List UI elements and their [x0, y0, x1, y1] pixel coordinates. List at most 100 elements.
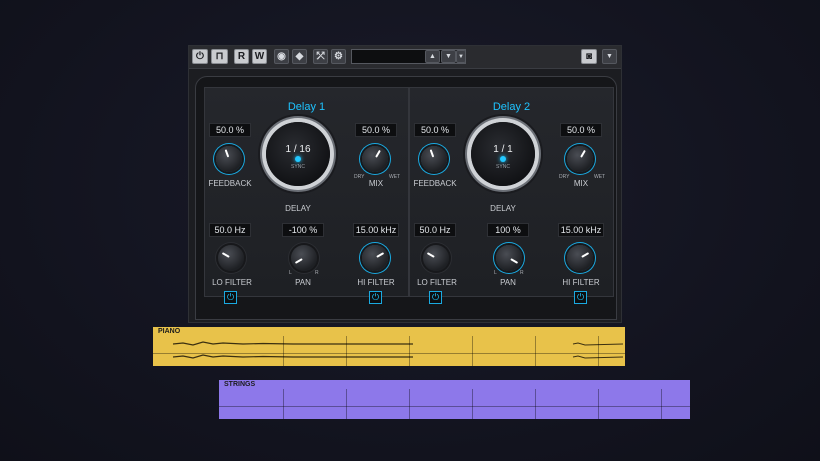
- bar-line: [283, 336, 284, 366]
- delay2-pan-l: L: [494, 270, 497, 276]
- delay2-title: Delay 2: [492, 101, 531, 113]
- bar-line: [598, 336, 599, 366]
- delay1-hifilter-value[interactable]: 15.00 kHz: [353, 223, 399, 237]
- delay2-delay-label: DELAY: [490, 204, 516, 213]
- chevron-down-icon: ▼: [458, 53, 464, 60]
- delay2-hifilter-value[interactable]: 15.00 kHz: [558, 223, 604, 237]
- preset-up-button[interactable]: ▲: [425, 50, 440, 63]
- read-automation-button[interactable]: R: [234, 49, 249, 64]
- delay1-delay-label: DELAY: [285, 204, 311, 213]
- delay2-pan-label: PAN: [500, 278, 516, 287]
- delay2-feedback-label: FEEDBACK: [413, 179, 457, 188]
- delay1-sync-label: SYNC: [291, 164, 305, 170]
- power-button[interactable]: ⏻: [192, 49, 208, 64]
- preset-menu-button[interactable]: ▼: [456, 50, 466, 63]
- power-icon: ⏻: [371, 292, 380, 302]
- delay1-hifilter-knob[interactable]: [362, 245, 388, 271]
- delay1-lofilter-power-button[interactable]: ⏻: [224, 291, 237, 304]
- delay2-mix-value[interactable]: 50.0 %: [560, 123, 602, 137]
- delay2-sync-indicator[interactable]: [500, 156, 506, 162]
- plugin-toolbar: ⏻ ⊓ R W ◉ ◆ ⤱ ⚙ ▲ ▼ ▼ ◙ ▼: [189, 46, 621, 69]
- delay1-title: Delay 1: [287, 101, 326, 113]
- delay2-sync-label: SYNC: [496, 164, 510, 170]
- delay1-hifilter-label: HI FILTER: [357, 278, 395, 287]
- delay1-feedback-value[interactable]: 50.0 %: [209, 123, 251, 137]
- delay1-panel: Delay 1 50.0 % FEEDBACK 1 / 16 SYNC DELA…: [204, 87, 409, 304]
- delay1-mix-value[interactable]: 50.0 %: [355, 123, 397, 137]
- piano-waveform: [172, 341, 624, 359]
- snapshot-button[interactable]: ◙: [581, 49, 597, 64]
- delay2-lofilter-label: LO FILTER: [417, 278, 457, 287]
- delay2-delay-knob[interactable]: 1 / 1 SYNC: [471, 122, 535, 186]
- prev-button[interactable]: ◆: [292, 49, 307, 64]
- delay1-feedback-label: FEEDBACK: [208, 179, 252, 188]
- delay2-hifilter-knob[interactable]: [567, 245, 593, 271]
- delay1-feedback-knob[interactable]: [216, 146, 242, 172]
- bar-line: [283, 389, 284, 419]
- bar-line: [535, 336, 536, 366]
- compare-icon: ◉: [277, 51, 286, 62]
- delay1-delay-value: 1 / 16: [285, 144, 311, 155]
- delay1-pan-knob[interactable]: [291, 245, 317, 271]
- preset-down-button[interactable]: ▼: [441, 50, 456, 63]
- channel-divider: [219, 406, 690, 407]
- delay2-lofilter-power-button[interactable]: ⏻: [429, 291, 442, 304]
- bar-line: [472, 336, 473, 366]
- arrow-down-icon: ▼: [445, 53, 452, 60]
- chevron-down-icon: ▼: [606, 53, 613, 60]
- settings-button[interactable]: ⚙: [331, 49, 346, 64]
- delay2-pan-value[interactable]: 100 %: [487, 223, 529, 237]
- write-automation-button[interactable]: W: [252, 49, 267, 64]
- bypass-icon: ⊓: [215, 51, 224, 62]
- camera-icon: ◙: [585, 51, 593, 62]
- delay2-mix-knob[interactable]: [567, 146, 593, 172]
- power-icon: ⏻: [226, 292, 235, 302]
- delay2-pan-r: R: [520, 270, 524, 276]
- delay2-pan-knob[interactable]: [496, 245, 522, 271]
- bar-line: [472, 389, 473, 419]
- options-menu-button[interactable]: ▼: [602, 49, 617, 64]
- delay1-sync-indicator[interactable]: [295, 156, 301, 162]
- bar-line: [598, 389, 599, 419]
- prev-icon: ◆: [295, 51, 304, 62]
- bypass-button[interactable]: ⊓: [211, 49, 228, 64]
- strings-track-clip[interactable]: STRINGS: [219, 380, 690, 419]
- routing-button[interactable]: ⤱: [313, 49, 328, 64]
- gear-icon: ⚙: [334, 51, 343, 62]
- delay1-lofilter-knob[interactable]: [218, 245, 244, 271]
- delay2-panel: Delay 2 50.0 % FEEDBACK 1 / 1 SYNC DELAY…: [409, 87, 614, 304]
- routing-icon: ⤱: [316, 51, 325, 62]
- delay2-hifilter-label: HI FILTER: [562, 278, 600, 287]
- delay1-pan-value[interactable]: -100 %: [282, 223, 324, 237]
- delay2-delay-value: 1 / 1: [493, 144, 513, 155]
- delay1-lofilter-value[interactable]: 50.0 Hz: [209, 223, 251, 237]
- power-icon: ⏻: [196, 51, 204, 62]
- bar-line: [409, 336, 410, 366]
- piano-track-clip[interactable]: PIANO: [153, 327, 625, 366]
- plugin-body: Delay 1 50.0 % FEEDBACK 1 / 16 SYNC DELA…: [195, 76, 617, 320]
- delay1-pan-label: PAN: [295, 278, 311, 287]
- delay2-lofilter-value[interactable]: 50.0 Hz: [414, 223, 456, 237]
- bar-line: [535, 389, 536, 419]
- delay2-feedback-knob[interactable]: [421, 146, 447, 172]
- bar-line: [661, 389, 662, 419]
- delay1-pan-r: R: [315, 270, 319, 276]
- power-icon: ⏻: [576, 292, 585, 302]
- power-icon: ⏻: [431, 292, 440, 302]
- delay1-delay-knob[interactable]: 1 / 16 SYNC: [266, 122, 330, 186]
- bar-line: [346, 336, 347, 366]
- plugin-window: ⏻ ⊓ R W ◉ ◆ ⤱ ⚙ ▲ ▼ ▼ ◙ ▼ Delay 1 50.0 %…: [188, 45, 622, 323]
- bar-line: [346, 389, 347, 419]
- delay2-feedback-value[interactable]: 50.0 %: [414, 123, 456, 137]
- strings-track-name: STRINGS: [224, 381, 256, 388]
- delay1-mix-knob[interactable]: [362, 146, 388, 172]
- arrow-up-icon: ▲: [429, 53, 436, 60]
- delay2-lofilter-knob[interactable]: [423, 245, 449, 271]
- compare-button[interactable]: ◉: [274, 49, 289, 64]
- delay1-hifilter-power-button[interactable]: ⏻: [369, 291, 382, 304]
- bar-line: [409, 389, 410, 419]
- delay1-pan-l: L: [289, 270, 292, 276]
- delay1-mix-label: MIX: [368, 179, 384, 188]
- delay2-mix-label: MIX: [573, 179, 589, 188]
- delay2-hifilter-power-button[interactable]: ⏻: [574, 291, 587, 304]
